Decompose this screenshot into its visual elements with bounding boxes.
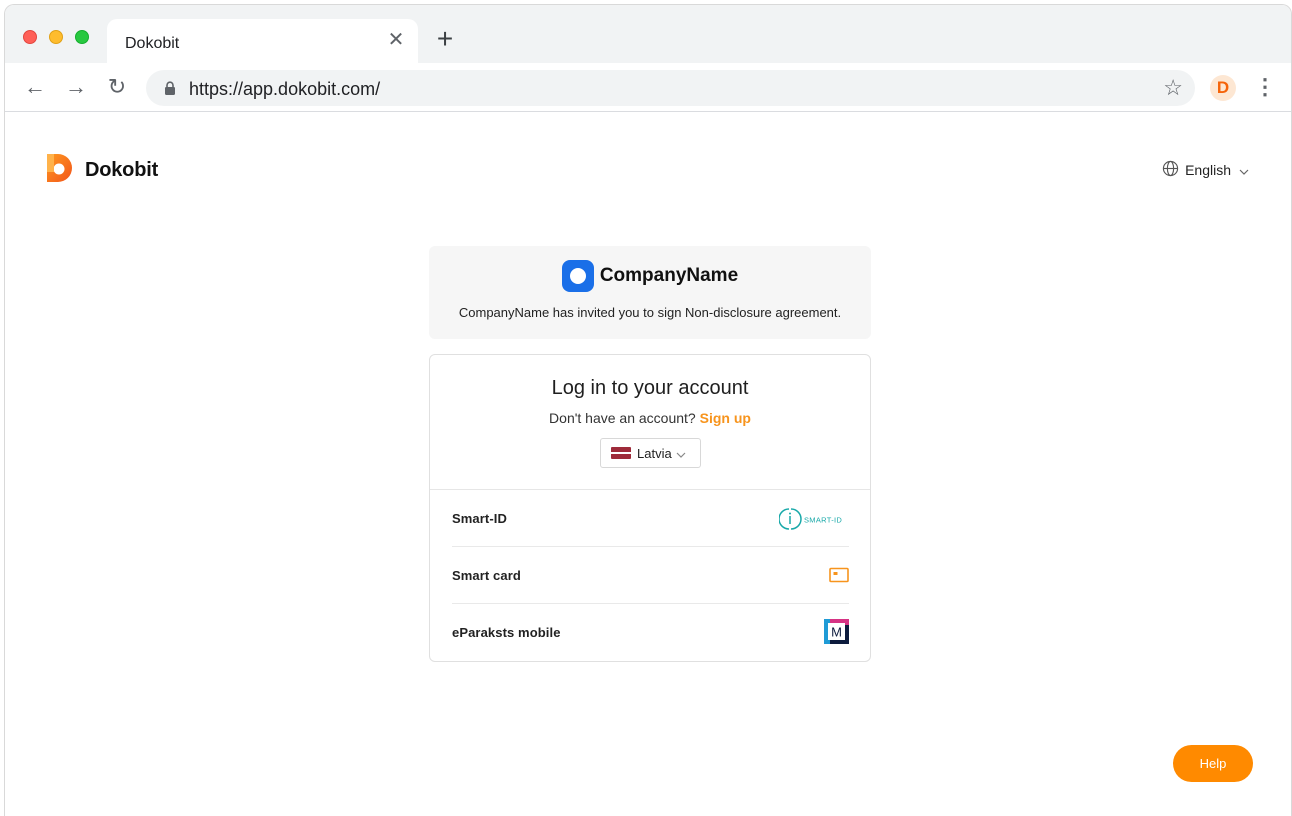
invitation-banner: CompanyName CompanyName has invited you … — [429, 246, 871, 339]
company-logo-icon — [561, 260, 594, 292]
url-text[interactable]: https://app.dokobit.com/ — [189, 79, 380, 100]
browser-menu-icon[interactable]: ⋮ — [1254, 74, 1276, 100]
company-name: CompanyName — [599, 265, 739, 286]
globe-icon — [1162, 160, 1179, 180]
invitation-message: CompanyName has invited you to sign Non-… — [458, 305, 842, 320]
smart-id-logo-text: SMART-ID — [804, 516, 842, 525]
bookmark-star-icon[interactable]: ☆ — [1163, 76, 1183, 100]
chevron-down-icon — [1239, 162, 1249, 178]
eparaksts-logo-letter: M — [831, 625, 842, 640]
eparaksts-mobile-logo-icon: M — [824, 619, 849, 649]
no-account-text: Don't have an account? — [549, 410, 696, 426]
country-label: Latvia — [637, 445, 672, 461]
minimize-window-button[interactable] — [49, 30, 63, 44]
method-label: Smart card — [452, 568, 521, 583]
brand-name: Dokobit — [85, 158, 159, 181]
tab-strip: Dokobit ✕ + — [5, 5, 1291, 63]
method-label: Smart-ID — [452, 511, 507, 526]
signup-prompt: Don't have an account? Sign up — [430, 410, 870, 426]
extension-avatar[interactable]: D — [1210, 75, 1236, 101]
maximize-window-button[interactable] — [75, 30, 89, 44]
method-label: eParaksts mobile — [452, 625, 561, 640]
smart-card-icon — [829, 567, 849, 588]
login-title: Log in to your account — [551, 377, 749, 399]
reload-icon[interactable]: ↻ — [105, 75, 129, 99]
login-method-smart-card[interactable]: Smart card — [452, 547, 849, 604]
chevron-down-icon — [676, 446, 686, 461]
browser-tab[interactable]: Dokobit ✕ — [107, 19, 418, 63]
dokobit-d-icon — [45, 152, 77, 189]
login-card: Log in to your account Don't have an acc… — [429, 354, 871, 662]
close-window-button[interactable] — [23, 30, 37, 44]
help-button[interactable]: Help — [1173, 745, 1253, 782]
smart-id-logo-icon: SMART-ID — [778, 507, 849, 536]
latvia-flag-icon — [611, 447, 631, 459]
login-method-smart-id[interactable]: Smart-ID SMART-ID — [452, 490, 849, 547]
address-bar[interactable]: https://app.dokobit.com/ ☆ — [146, 70, 1195, 106]
page-content: Dokobit English CompanyName CompanyName … — [5, 112, 1291, 816]
extension-letter: D — [1216, 78, 1230, 97]
login-method-eparaksts-mobile[interactable]: eParaksts mobile M — [452, 604, 849, 661]
language-selector[interactable]: English — [1162, 160, 1249, 180]
dokobit-logo[interactable]: Dokobit — [45, 152, 159, 189]
tab-title: Dokobit — [125, 35, 180, 52]
forward-arrow-icon[interactable]: → — [64, 75, 88, 99]
browser-window: Dokobit ✕ + ← → ↻ https://app.dokobit.co… — [4, 4, 1292, 816]
back-arrow-icon[interactable]: ← — [23, 75, 47, 99]
new-tab-button[interactable]: + — [432, 25, 458, 53]
browser-toolbar: ← → ↻ https://app.dokobit.com/ ☆ D ⋮ — [5, 63, 1291, 112]
company-header: CompanyName — [429, 260, 871, 292]
lock-icon — [164, 81, 176, 100]
country-selector[interactable]: Latvia — [600, 438, 701, 468]
language-label: English — [1185, 162, 1231, 178]
tab-close-icon[interactable]: ✕ — [386, 30, 406, 50]
signup-link[interactable]: Sign up — [700, 410, 751, 426]
